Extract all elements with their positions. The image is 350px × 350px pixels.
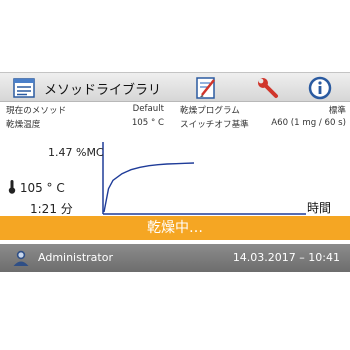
current-method-label: 現在のメソッド [6,106,67,116]
drying-program-icon[interactable] [194,76,218,100]
drying-chart-area: 1.47 %MC 105 ° C 1:21 分 時間 [0,136,350,216]
status-text: 乾燥中… [147,220,203,236]
status-bar: 乾燥中… [0,216,350,240]
mc-value: 1.47 %MC [48,146,104,159]
method-info: 現在のメソッド Default 乾燥プログラム 標準 乾燥温度 105 ° C … [0,104,350,134]
drying-program-label: 乾燥プログラム [180,106,240,116]
method-library-icon[interactable] [12,76,36,100]
toolbar: メソッドライブラリ [0,72,350,102]
info-icon[interactable] [308,76,332,100]
drying-temp-label: 乾燥温度 [6,120,41,130]
user-name[interactable]: Administrator [38,251,113,264]
footer-bar: Administrator 14.03.2017 – 10:41 [0,244,350,272]
switch-off-label: スイッチオフ基準 [180,120,249,130]
switch-off-value: A60 (1 mg / 60 s) [271,118,346,128]
screen: メソッドライブラリ 現在のメソッド Default 乾燥プログラム 標準 乾燥温… [0,0,350,350]
info-row-drying-temp: 乾燥温度 105 ° C スイッチオフ基準 A60 (1 mg / 60 s) [6,118,346,131]
drying-program-value: 標準 [328,106,346,116]
date-time: 14.03.2017 – 10:41 [232,251,340,264]
wrench-icon[interactable] [256,76,280,100]
temperature-readout: 105 ° C [8,180,65,195]
current-method-value: Default [132,104,164,114]
toolbar-title: メソッドライブラリ [44,83,162,98]
x-axis-label: 時間 [307,201,332,215]
drying-temp-value: 105 ° C [131,118,164,128]
thermometer-icon [8,180,16,194]
elapsed-time: 1:21 分 [30,202,73,216]
moisture-curve [103,162,195,213]
user-icon[interactable] [12,249,30,267]
info-row-current-method: 現在のメソッド Default 乾燥プログラム 標準 [6,104,346,117]
temperature-value: 105 ° C [19,181,65,195]
